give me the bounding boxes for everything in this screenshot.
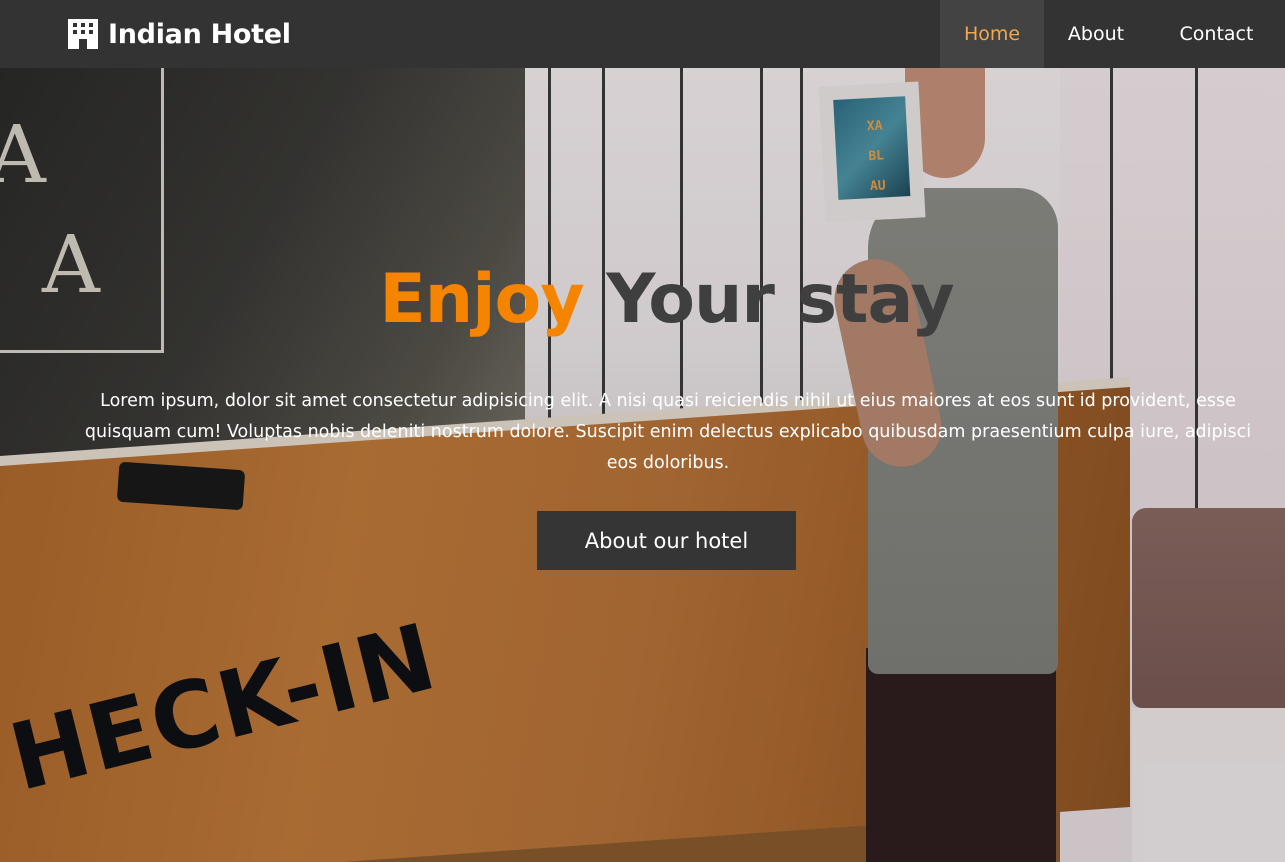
nav-about[interactable]: About [1044,0,1148,68]
hero-section: A A HECK-IN XA BL AU Enjoy Your stay Lor… [0,68,1285,862]
nav-links: Home About Contact [940,0,1285,68]
nav-contact[interactable]: Contact [1148,0,1285,68]
hero-title: Enjoy Your stay [0,260,1285,339]
hotel-building-icon [68,19,98,49]
hero-description: Lorem ipsum, dolor sit amet consectetur … [84,391,1252,473]
navbar: Indian Hotel Home About Contact [0,0,1285,68]
brand[interactable]: Indian Hotel [66,19,291,50]
hero-content: Enjoy Your stay Lorem ipsum, dolor sit a… [0,68,1285,862]
brand-name: Indian Hotel [108,18,291,50]
nav-home[interactable]: Home [940,0,1044,68]
hero-title-rest: Your stay [606,260,954,339]
about-hotel-button[interactable]: About our hotel [537,511,796,570]
hero-title-accent: Enjoy [379,260,584,339]
